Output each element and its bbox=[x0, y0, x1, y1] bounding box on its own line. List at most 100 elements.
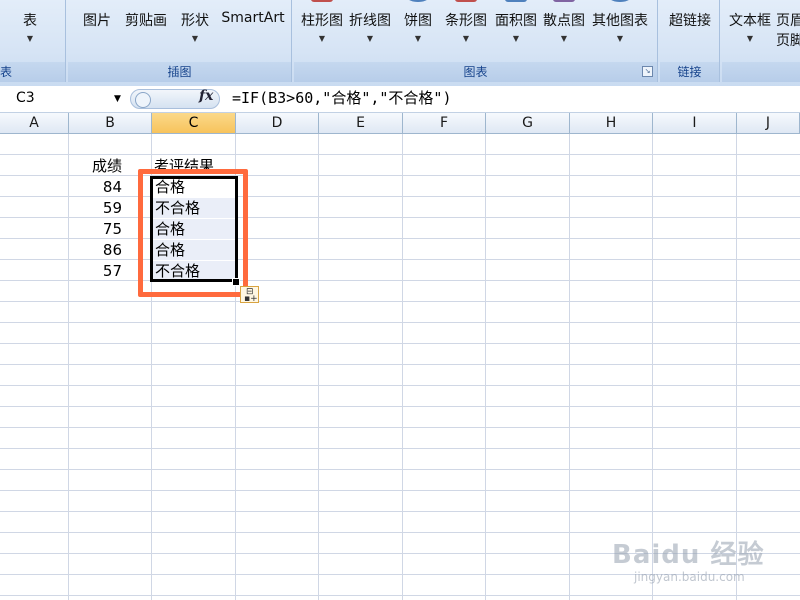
cell-b6[interactable]: 86 bbox=[70, 240, 122, 260]
chevron-down-icon: ▼ bbox=[191, 34, 199, 43]
cell-c6[interactable]: 合格 bbox=[152, 240, 236, 260]
grid-line bbox=[0, 427, 800, 428]
column-header-a[interactable]: A bbox=[0, 113, 69, 133]
auto-fill-options-button[interactable]: ⊟ ▪+ bbox=[240, 286, 259, 304]
grid-line bbox=[0, 364, 800, 365]
table-button-label: 表 bbox=[23, 13, 37, 29]
grid-line bbox=[652, 134, 653, 600]
line-chart-button[interactable]: 折线图 ▼ bbox=[346, 0, 394, 60]
line-chart-label: 折线图 bbox=[349, 13, 391, 29]
scatter-chart-label: 散点图 bbox=[543, 13, 585, 29]
header-footer-button[interactable]: 页眉 页脚 bbox=[776, 0, 800, 60]
chevron-down-icon: ▼ bbox=[462, 34, 470, 43]
column-header-j[interactable]: J bbox=[737, 113, 800, 133]
column-header-c[interactable]: C bbox=[152, 113, 236, 133]
ribbon-group-links: 超链接 链接 bbox=[660, 0, 720, 82]
cell-c5[interactable]: 合格 bbox=[152, 219, 236, 239]
hyperlink-button-label: 超链接 bbox=[669, 13, 711, 29]
fill-handle[interactable] bbox=[232, 278, 240, 286]
cell-c7[interactable]: 不合格 bbox=[152, 261, 236, 281]
cell-b2-header[interactable]: 成绩 bbox=[92, 156, 122, 176]
cell-b7[interactable]: 57 bbox=[70, 261, 122, 281]
column-header-i[interactable]: I bbox=[653, 113, 737, 133]
grid-line bbox=[569, 134, 570, 600]
chevron-down-icon: ▼ bbox=[746, 34, 754, 43]
insert-function-button[interactable]: fx bbox=[199, 86, 213, 106]
other-charts-button[interactable]: 其他图表 ▼ bbox=[590, 0, 650, 60]
scatter-chart-icon bbox=[553, 0, 575, 2]
cell-c2-header[interactable]: 考评结果 bbox=[154, 156, 214, 176]
pie-chart-button[interactable]: 饼图 ▼ bbox=[398, 0, 438, 60]
formula-input[interactable]: =IF(B3>60,"合格","不合格") bbox=[232, 88, 452, 109]
chevron-down-icon: ▼ bbox=[414, 34, 422, 43]
pie-chart-label: 饼图 bbox=[404, 13, 432, 29]
chevron-down-icon[interactable]: ▼ bbox=[114, 94, 121, 104]
dialog-launcher-icon[interactable]: ↘ bbox=[642, 66, 653, 77]
textbox-button[interactable]: 文本框 ▼ bbox=[724, 0, 776, 60]
column-headers: A B C D E F G H I J bbox=[0, 113, 800, 134]
group-label-tables: 表 bbox=[0, 62, 65, 82]
column-chart-label: 柱形图 bbox=[301, 13, 343, 29]
shapes-button-label: 形状 bbox=[181, 13, 209, 29]
cell-c4[interactable]: 不合格 bbox=[152, 198, 236, 218]
cell-b4[interactable]: 59 bbox=[70, 198, 122, 218]
area-chart-icon bbox=[505, 0, 527, 2]
smartart-button-label: SmartArt bbox=[221, 10, 285, 26]
area-chart-button[interactable]: 面积图 ▼ bbox=[492, 0, 540, 60]
column-chart-button[interactable]: 柱形图 ▼ bbox=[298, 0, 346, 60]
grid-line bbox=[0, 385, 800, 386]
column-header-d[interactable]: D bbox=[236, 113, 319, 133]
grid-line bbox=[485, 134, 486, 600]
grid-line bbox=[0, 490, 800, 491]
cell-b5[interactable]: 75 bbox=[70, 219, 122, 239]
area-chart-label: 面积图 bbox=[495, 13, 537, 29]
column-chart-icon bbox=[311, 0, 333, 2]
column-header-g[interactable]: G bbox=[486, 113, 570, 133]
grid-line bbox=[0, 532, 800, 533]
ribbon-group-charts: 柱形图 ▼ 折线图 ▼ 饼图 ▼ 条形图 ▼ 面积图 ▼ 散点图 ▼ 其他图表 … bbox=[294, 0, 658, 82]
grid-line bbox=[0, 322, 800, 323]
column-header-h[interactable]: H bbox=[570, 113, 653, 133]
ribbon-group-tables: 表 ▼ 表 bbox=[0, 0, 66, 82]
other-charts-label: 其他图表 bbox=[592, 13, 648, 29]
picture-button-label: 图片 bbox=[83, 13, 111, 29]
grid-line bbox=[0, 301, 800, 302]
group-label-text bbox=[722, 62, 800, 82]
plus-icon: ▪+ bbox=[244, 294, 258, 304]
bar-chart-icon bbox=[455, 0, 477, 2]
chevron-down-icon: ▼ bbox=[560, 34, 568, 43]
cell-c3[interactable]: 合格 bbox=[152, 177, 236, 197]
chevron-down-icon: ▼ bbox=[366, 34, 374, 43]
group-label-charts: 图表 bbox=[294, 62, 657, 82]
grid-line bbox=[0, 553, 800, 554]
grid-line bbox=[0, 448, 800, 449]
hyperlink-button[interactable]: 超链接 bbox=[664, 0, 716, 60]
knob-icon bbox=[135, 92, 151, 108]
bar-chart-label: 条形图 bbox=[445, 13, 487, 29]
grid-line bbox=[0, 154, 800, 155]
chevron-down-icon: ▼ bbox=[512, 34, 520, 43]
clipart-button[interactable]: 剪贴画 bbox=[122, 0, 170, 60]
picture-button[interactable]: 图片 bbox=[76, 0, 118, 60]
cell-b3[interactable]: 84 bbox=[70, 177, 122, 197]
table-button[interactable]: 表 ▼ bbox=[10, 0, 50, 60]
bar-chart-button[interactable]: 条形图 ▼ bbox=[442, 0, 490, 60]
ribbon-group-text: 文本框 ▼ 页眉 页脚 bbox=[722, 0, 800, 82]
chevron-down-icon: ▼ bbox=[318, 34, 326, 43]
column-header-e[interactable]: E bbox=[319, 113, 403, 133]
scatter-chart-button[interactable]: 散点图 ▼ bbox=[540, 0, 588, 60]
header-footer-label-2: 页脚 bbox=[776, 33, 800, 49]
textbox-button-label: 文本框 bbox=[729, 13, 771, 29]
grid-line bbox=[0, 595, 800, 596]
chevron-down-icon: ▼ bbox=[616, 34, 624, 43]
smartart-button[interactable]: SmartArt bbox=[218, 0, 288, 60]
column-header-b[interactable]: B bbox=[69, 113, 152, 133]
grid-line bbox=[736, 134, 737, 600]
formula-bar: C3 ▼ fx =IF(B3>60,"合格","不合格") bbox=[0, 86, 800, 113]
name-box[interactable]: C3 bbox=[0, 88, 128, 109]
shapes-button[interactable]: 形状 ▼ bbox=[174, 0, 216, 60]
grid-line bbox=[68, 134, 69, 600]
column-header-f[interactable]: F bbox=[403, 113, 486, 133]
clipart-button-label: 剪贴画 bbox=[125, 13, 167, 29]
grid-line bbox=[0, 343, 800, 344]
